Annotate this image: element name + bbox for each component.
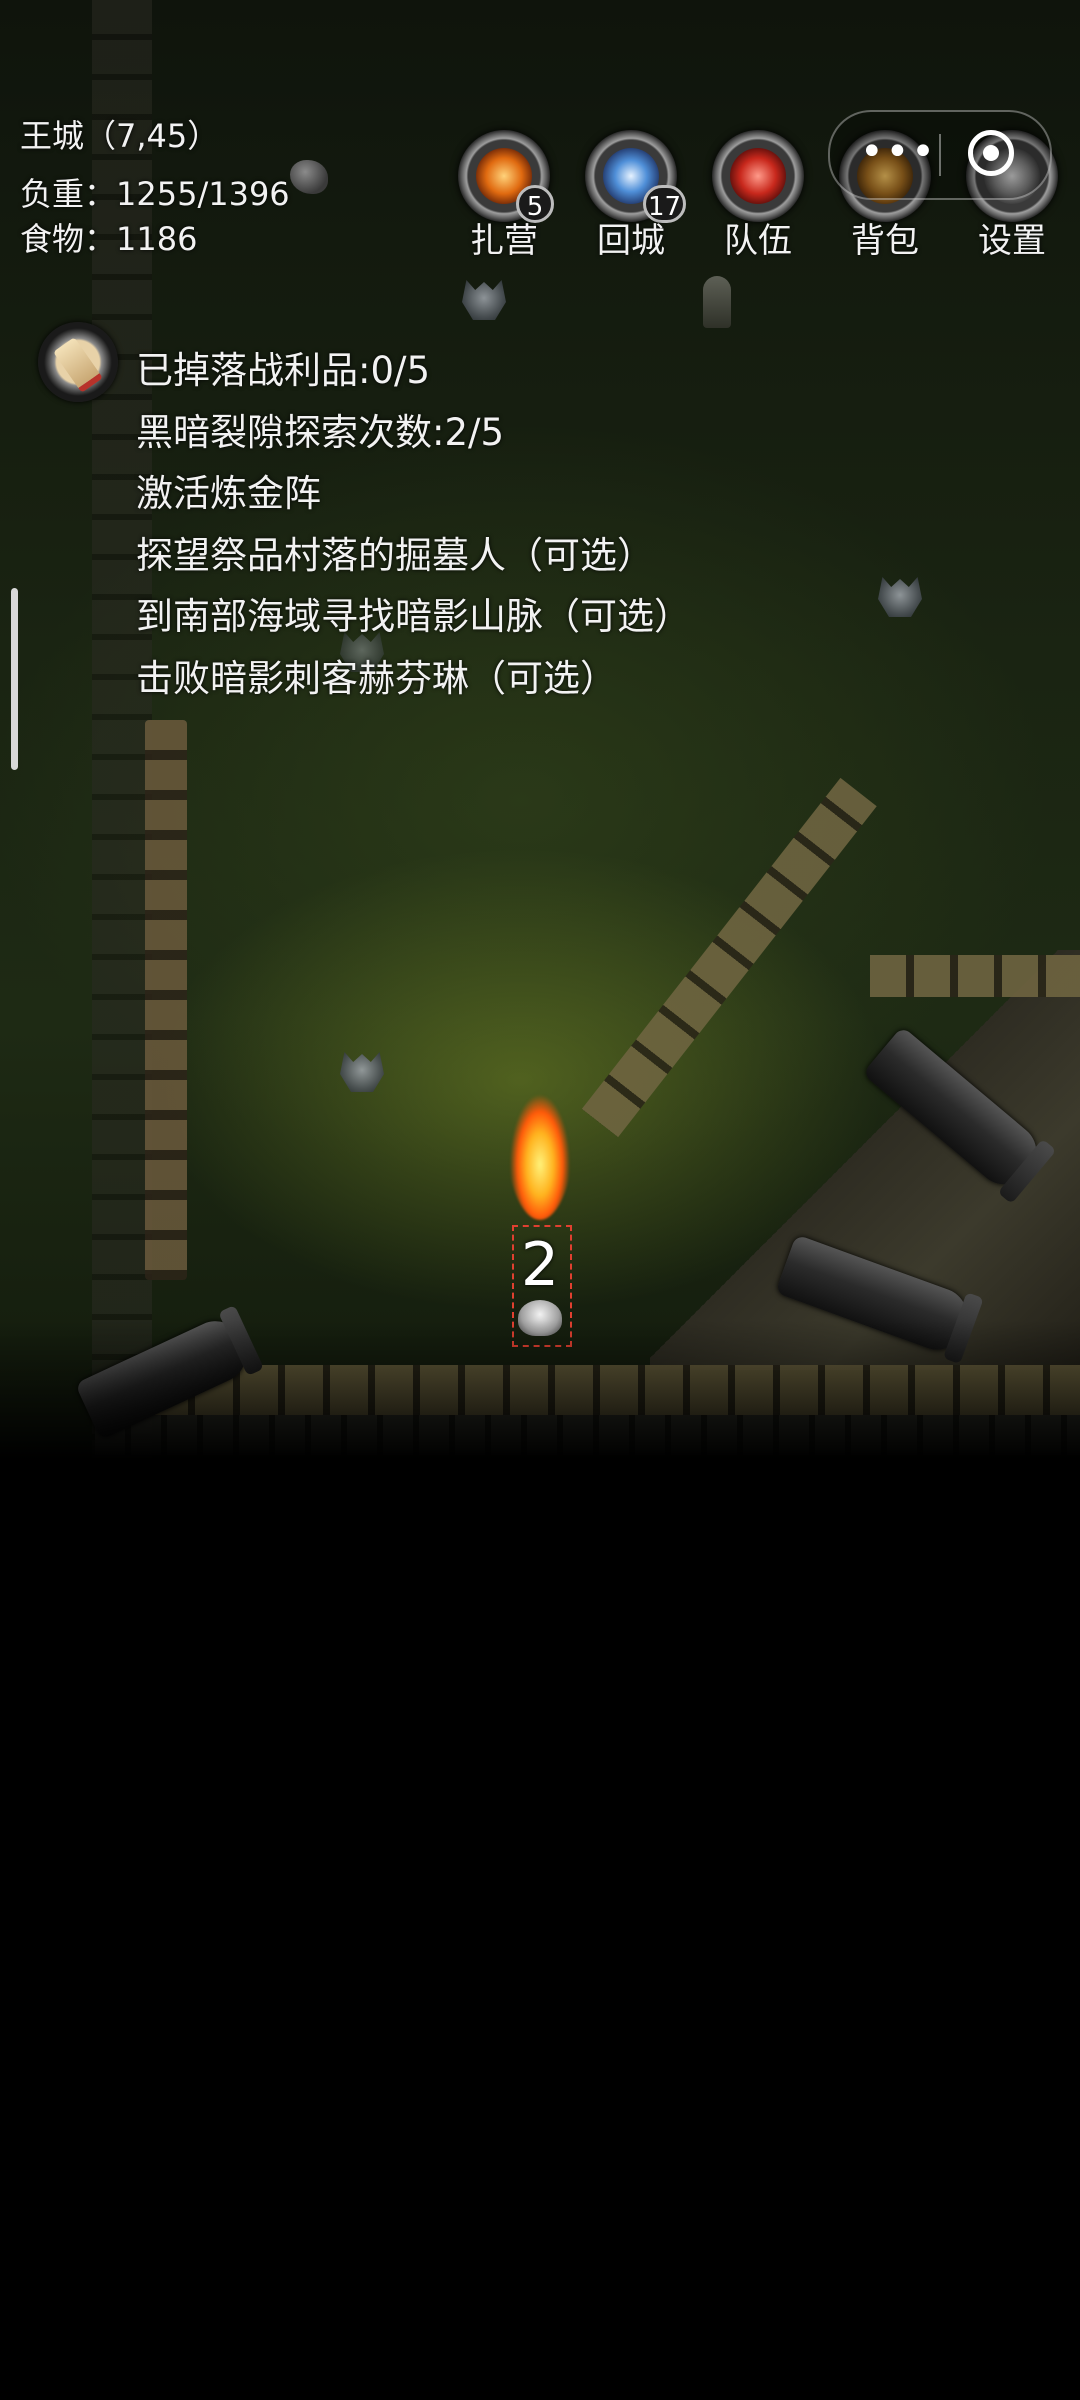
recall-button[interactable]: 17 回城 [581,130,687,261]
recall-count-badge: 17 [643,185,687,223]
quest-list: 已掉落战利品:0/5 黑暗裂隙探索次数:2/5 激活炼金阵 探望祭品村落的掘墓人… [136,340,691,709]
ramp-top-wall [870,955,1080,997]
quest-item: 探望祭品村落的掘墓人（可选） [136,533,654,577]
backpack-label: 背包 [851,221,919,261]
more-icon[interactable]: ••• [860,132,935,172]
monster-icon[interactable] [340,1052,384,1092]
stone-wall-base [95,1415,1080,1455]
scroll-indicator[interactable] [11,588,18,770]
quest-item: 黑暗裂隙探索次数:2/5 [136,410,505,454]
close-target-icon[interactable] [968,130,1014,176]
team-label: 队伍 [724,221,792,261]
quest-scroll-icon[interactable] [38,322,118,402]
rock-icon [290,160,328,194]
quest-item: 到南部海域寻找暗影山脉（可选） [136,595,691,638]
food-stat: 食物：1186 [20,220,198,258]
mini-program-capsule: ••• [828,110,1052,200]
camp-button[interactable]: 5 扎营 [454,130,554,261]
camp-count-badge: 5 [516,185,554,223]
camp-label: 扎营 [470,221,538,261]
capsule-divider [939,134,941,176]
stone-wall-edge [145,720,187,1280]
party-number: 2 [520,1230,560,1300]
tombstone-icon[interactable] [703,276,731,328]
quest-item: 击败暗影刺客赫芬琳（可选） [136,656,617,700]
stone-wall-bottom [150,1365,1080,1415]
monster-icon[interactable] [878,577,922,617]
recall-label: 回城 [597,221,665,261]
location-label: 王城（7,45） [20,117,220,155]
team-icon [730,148,786,204]
weight-stat: 负重：1255/1396 [20,175,290,213]
team-button[interactable]: 队伍 [708,130,808,261]
settings-label: 设置 [978,221,1046,261]
quest-item: 已掉落战利品:0/5 [136,349,431,392]
quest-item: 激活炼金阵 [136,472,321,515]
cannon[interactable] [74,1311,256,1441]
player-avatar[interactable] [518,1300,562,1336]
fire-trail [505,1035,575,1220]
monster-icon[interactable] [462,280,506,320]
